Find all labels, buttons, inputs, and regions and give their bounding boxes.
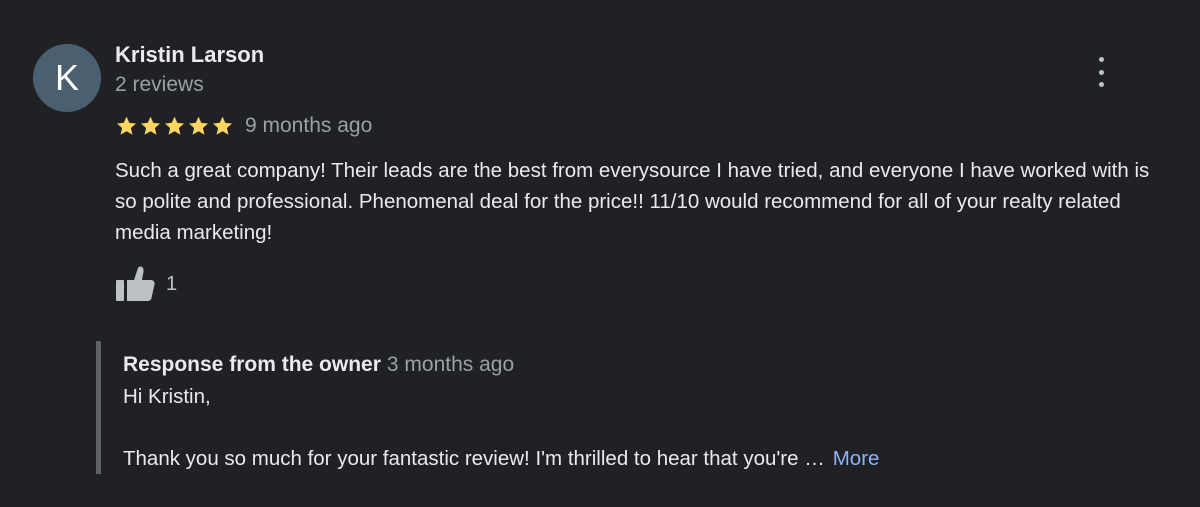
- star-icon: [116, 116, 137, 135]
- response-title: Response from the owner: [123, 353, 381, 376]
- menu-dot: [1098, 57, 1104, 62]
- response-date: 3 months ago: [386, 353, 515, 376]
- like-count: 1: [166, 272, 178, 295]
- menu-dot: [1098, 82, 1104, 87]
- owner-response: Response from the owner 3 months ago Hi K…: [96, 341, 1181, 474]
- more-vert-icon[interactable]: [1089, 57, 1113, 87]
- like-button[interactable]: 1: [114, 265, 177, 303]
- menu-dot: [1098, 69, 1104, 75]
- response-body-text: Thank you so much for your fantastic rev…: [123, 447, 825, 470]
- review-text: Such a great company! Their leads are th…: [115, 159, 1150, 244]
- response-header: Response from the owner 3 months ago: [123, 353, 514, 377]
- avatar[interactable]: K: [33, 44, 101, 112]
- star-icon: [140, 116, 161, 135]
- star-icon: [212, 116, 233, 135]
- more-link[interactable]: More: [833, 447, 880, 470]
- review-card: K Kristin Larson 2 reviews 9 months ago …: [0, 0, 1200, 507]
- author-review-count[interactable]: 2 reviews: [115, 73, 204, 97]
- thumbs-up-icon: [116, 266, 155, 301]
- author-name[interactable]: Kristin Larson: [115, 42, 264, 68]
- star-icon: [164, 116, 185, 135]
- star-icon: [188, 116, 209, 135]
- response-body: Thank you so much for your fantastic rev…: [123, 447, 879, 471]
- review-date: 9 months ago: [245, 114, 373, 137]
- rating-row: 9 months ago: [115, 112, 372, 140]
- response-greeting: Hi Kristin,: [123, 385, 211, 408]
- star-rating: [115, 115, 234, 137]
